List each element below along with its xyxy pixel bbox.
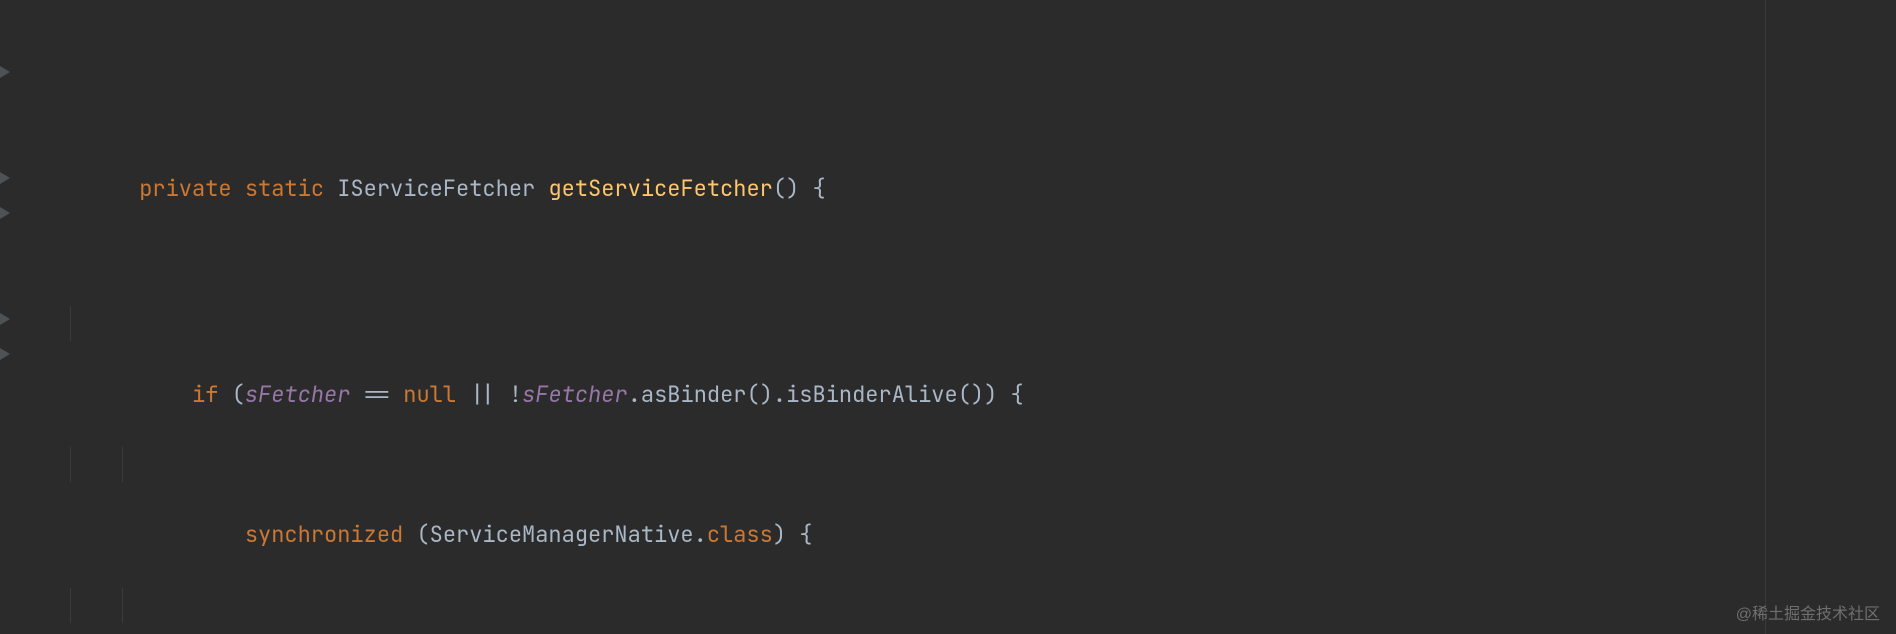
- punct: ) {: [773, 520, 813, 549]
- keyword: class: [707, 520, 773, 549]
- fold-indicator-icon: [0, 313, 18, 325]
- code-line[interactable]: private static IServiceFetcher getServic…: [40, 106, 1896, 201]
- type: IServiceFetcher: [337, 174, 535, 203]
- keyword: null: [403, 380, 456, 409]
- keyword: static: [245, 174, 324, 203]
- code-line[interactable]: Context context = VirtualCore.get().getC…: [40, 588, 1896, 623]
- code-editor[interactable]: private static IServiceFetcher getServic…: [0, 0, 1896, 634]
- gutter: [0, 0, 34, 634]
- keyword: if: [192, 380, 218, 409]
- punct: () {: [773, 174, 826, 203]
- watermark: @稀土掘金技术社区: [1736, 600, 1880, 624]
- code-line[interactable]: if (sFetcher == null || !sFetcher.asBind…: [40, 306, 1896, 341]
- fold-indicator-icon: [0, 172, 18, 184]
- op: ==: [350, 380, 403, 409]
- field: sFetcher: [245, 380, 351, 409]
- keyword: private: [139, 174, 231, 203]
- call: .asBinder().isBinderAlive()) {: [628, 380, 1024, 409]
- code-area[interactable]: private static IServiceFetcher getServic…: [40, 0, 1896, 634]
- method-name: getServiceFetcher: [548, 174, 772, 203]
- punct: (ServiceManagerNative.: [403, 520, 707, 549]
- punct: (: [218, 380, 244, 409]
- fold-indicator-icon: [0, 207, 18, 219]
- fold-indicator-icon: [0, 66, 18, 78]
- fold-indicator-icon: [0, 348, 18, 360]
- field: sFetcher: [522, 380, 628, 409]
- keyword: synchronized: [245, 520, 403, 549]
- code-line[interactable]: synchronized (ServiceManagerNative.class…: [40, 447, 1896, 482]
- op: || !: [456, 380, 522, 409]
